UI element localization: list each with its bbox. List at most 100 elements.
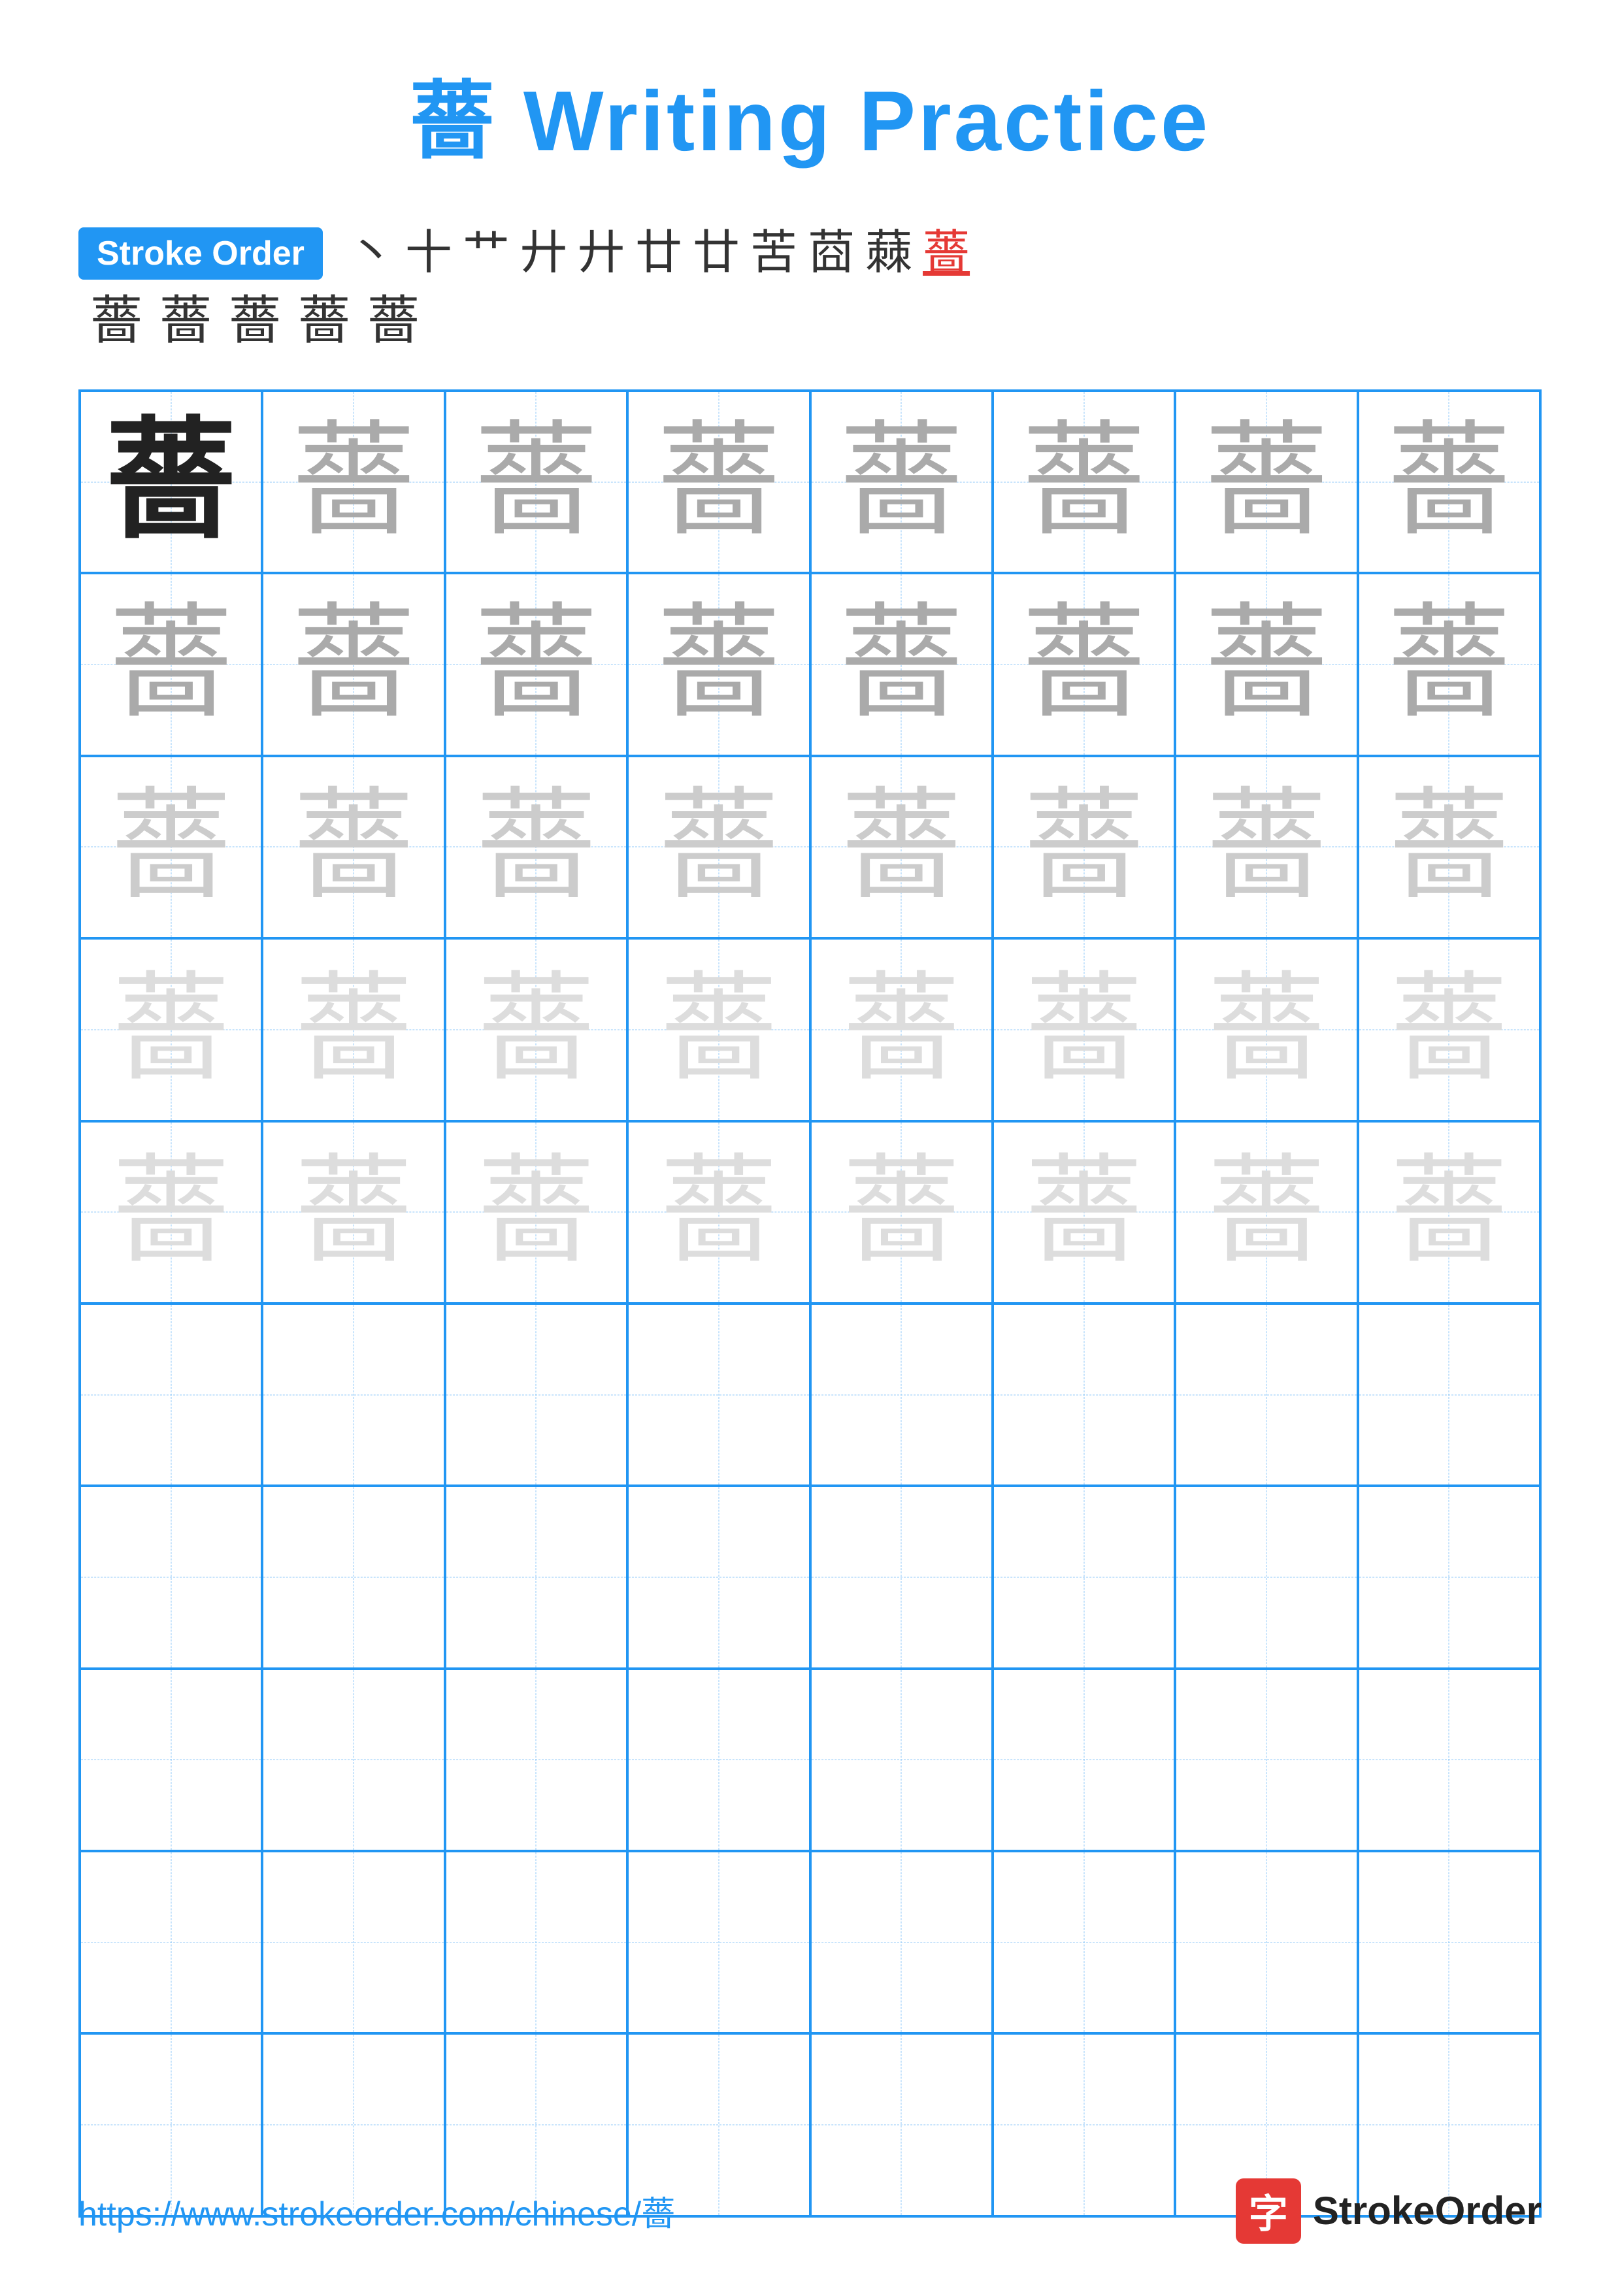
grid-row: 薔薔薔薔薔薔薔薔 [80, 938, 1540, 1121]
stroke-order-row2: 薔 薔 薔 薔 薔 [78, 293, 425, 350]
cell-character: 薔 [1025, 1153, 1143, 1271]
cell-character: 薔 [1204, 420, 1329, 544]
grid-cell: 薔 [993, 391, 1175, 573]
grid-cell: 薔 [810, 938, 993, 1121]
footer-url[interactable]: https://www.strokeorder.com/chinese/薔 [78, 2186, 675, 2235]
cell-character: 薔 [658, 787, 779, 908]
grid-cell: 薔 [810, 573, 993, 755]
cell-character: 薔 [657, 602, 781, 727]
grid-cell [810, 1851, 993, 2033]
stroke-seq-1: 丶 [348, 227, 395, 279]
grid-cell: 薔 [1358, 573, 1540, 755]
cell-character: 薔 [477, 1153, 595, 1271]
grid-cell: 薔 [627, 938, 810, 1121]
stroke-seq-4: 廾 [520, 227, 567, 279]
grid-cell: 薔 [1358, 756, 1540, 938]
grid-cell: 薔 [80, 938, 262, 1121]
cell-character: 薔 [1022, 602, 1146, 727]
cell-character: 薔 [1023, 787, 1144, 908]
cell-character: 薔 [295, 971, 412, 1089]
grid-cell: 薔 [262, 573, 444, 755]
cell-character: 薔 [1208, 1153, 1325, 1271]
cell-character: 薔 [291, 602, 416, 727]
grid-cell [810, 1486, 993, 1668]
stroke-seq-10: 蕀 [865, 227, 912, 279]
practice-grid: 薔薔薔薔薔薔薔薔薔薔薔薔薔薔薔薔薔薔薔薔薔薔薔薔薔薔薔薔薔薔薔薔薔薔薔薔薔薔薔薔 [78, 389, 1542, 2218]
cell-character: 薔 [476, 787, 597, 908]
grid-cell: 薔 [80, 756, 262, 938]
cell-character: 薔 [841, 787, 962, 908]
grid-cell: 薔 [627, 391, 810, 573]
grid-row [80, 1486, 1540, 1668]
grid-cell: 薔 [1175, 573, 1357, 755]
footer: https://www.strokeorder.com/chinese/薔 字 … [78, 2178, 1542, 2244]
grid-cell [627, 1486, 810, 1668]
grid-cell: 薔 [80, 391, 262, 573]
cell-character: 薔 [1022, 420, 1146, 544]
grid-cell: 薔 [445, 391, 627, 573]
grid-row: 薔薔薔薔薔薔薔薔 [80, 573, 1540, 755]
cell-character: 薔 [1387, 420, 1511, 544]
cell-character: 薔 [660, 1153, 778, 1271]
cell-character: 薔 [1208, 971, 1325, 1089]
grid-cell [993, 1851, 1175, 2033]
grid-cell: 薔 [262, 938, 444, 1121]
grid-cell [810, 1669, 993, 1851]
cell-character: 薔 [110, 787, 231, 908]
grid-cell [262, 1304, 444, 1486]
stroke-seq-r2-4: 薔 [298, 293, 350, 350]
stroke-order-section: Stroke Order 丶 十 艹 廾 廾 廿 廿 苦 莔 蕀 薔 薔 薔 薔… [78, 227, 1542, 350]
cell-character: 薔 [109, 602, 233, 727]
grid-cell: 薔 [993, 573, 1175, 755]
grid-row [80, 1851, 1540, 2033]
grid-cell [1175, 1486, 1357, 1668]
stroke-seq-7: 廿 [693, 227, 740, 279]
grid-cell [445, 1669, 627, 1851]
stroke-order-badge: Stroke Order [78, 227, 323, 280]
page: 薔 Writing Practice Stroke Order 丶 十 艹 廾 … [0, 0, 1620, 2296]
grid-cell: 薔 [262, 756, 444, 938]
grid-cell: 薔 [993, 756, 1175, 938]
grid-cell [80, 1486, 262, 1668]
grid-row [80, 1304, 1540, 1486]
cell-character: 薔 [1387, 602, 1511, 727]
grid-cell [627, 1304, 810, 1486]
grid-cell: 薔 [445, 938, 627, 1121]
grid-cell [993, 1304, 1175, 1486]
stroke-seq-2: 十 [405, 227, 452, 279]
cell-character: 薔 [1204, 602, 1329, 727]
grid-cell [80, 1304, 262, 1486]
stroke-seq-8: 苦 [750, 227, 797, 279]
cell-character: 薔 [293, 787, 414, 908]
grid-cell: 薔 [445, 573, 627, 755]
grid-row: 薔薔薔薔薔薔薔薔 [80, 391, 1540, 573]
grid-cell [445, 1486, 627, 1668]
stroke-seq-9: 莔 [808, 227, 855, 279]
grid-cell: 薔 [80, 1121, 262, 1304]
grid-cell [1175, 1669, 1357, 1851]
cell-character: 薔 [842, 1153, 960, 1271]
stroke-order-row1: Stroke Order 丶 十 艹 廾 廾 廿 廿 苦 莔 蕀 薔 [78, 227, 975, 280]
footer-brand: 字 StrokeOrder [1236, 2178, 1542, 2244]
grid-cell [262, 1669, 444, 1851]
grid-cell [445, 1304, 627, 1486]
cell-character: 薔 [106, 417, 237, 548]
stroke-sequence-row1: 丶 十 艹 廾 廾 廿 廿 苦 莔 蕀 薔 [342, 227, 975, 279]
brand-name: StrokeOrder [1313, 2188, 1542, 2233]
brand-icon: 字 [1236, 2178, 1301, 2244]
grid-cell [80, 1851, 262, 2033]
cell-character: 薔 [1025, 971, 1143, 1089]
grid-row: 薔薔薔薔薔薔薔薔 [80, 756, 1540, 938]
grid-row [80, 1669, 1540, 1851]
cell-character: 薔 [839, 602, 963, 727]
grid-cell: 薔 [810, 391, 993, 573]
cell-character: 薔 [1389, 787, 1510, 908]
cell-character: 薔 [839, 420, 963, 544]
grid-cell: 薔 [993, 938, 1175, 1121]
grid-cell: 薔 [1358, 391, 1540, 573]
grid-cell: 薔 [445, 756, 627, 938]
grid-cell [1358, 1669, 1540, 1851]
stroke-seq-3: 艹 [463, 227, 510, 279]
grid-cell [810, 1304, 993, 1486]
grid-cell: 薔 [1175, 756, 1357, 938]
